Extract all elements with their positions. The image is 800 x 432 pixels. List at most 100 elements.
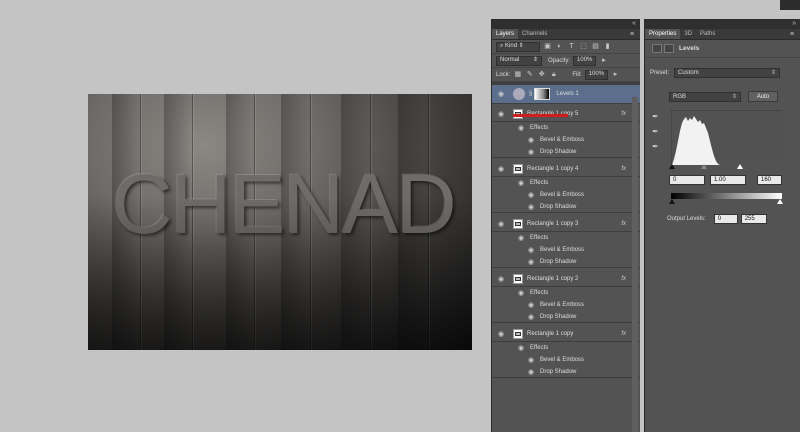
black-point-eyedropper-icon[interactable]: ✒ (652, 112, 661, 121)
opacity-stepper-icon[interactable]: ▸ (599, 56, 608, 65)
visibility-eye-icon[interactable]: ◉ (492, 246, 540, 254)
visibility-eye-icon[interactable]: ◉ (492, 110, 510, 118)
effect-row-shadow[interactable]: ◉ Drop Shadow (492, 201, 640, 213)
filter-type-icon[interactable]: T (567, 42, 576, 51)
visibility-eye-icon[interactable]: ◉ (492, 301, 540, 309)
fill-field[interactable]: 100% (584, 69, 609, 80)
link-chain-icon[interactable]: § (529, 91, 532, 97)
filter-smartobject-icon[interactable]: ▤ (591, 42, 600, 51)
visibility-eye-icon[interactable]: ◉ (492, 203, 540, 211)
channel-dropdown[interactable]: RGB ⇕ (669, 92, 741, 102)
effect-row-shadow[interactable]: ◉ Drop Shadow (492, 366, 640, 378)
panel-menu-icon[interactable]: ≡ (630, 29, 640, 39)
effect-row-shadow[interactable]: ◉ Drop Shadow (492, 256, 640, 268)
visibility-eye-icon[interactable]: ◉ (492, 220, 510, 228)
tab-channels[interactable]: Channels (518, 29, 551, 39)
input-gamma-slider[interactable] (701, 164, 707, 169)
opacity-field[interactable]: 100% (573, 55, 597, 66)
effect-name: Drop Shadow (540, 258, 577, 265)
tab-paths[interactable]: Paths (696, 29, 719, 39)
layer-filter-row: ⌕ Kind ⇕ ▣ ◐ T ⬚ ▤ ▮ (492, 40, 640, 54)
visibility-eye-icon[interactable]: ◉ (492, 330, 510, 338)
visibility-eye-icon[interactable]: ◉ (492, 356, 540, 364)
filter-toggle-icon[interactable]: ▮ (603, 42, 612, 51)
visibility-eye-icon[interactable]: ◉ (492, 289, 530, 297)
visibility-eye-icon[interactable]: ◉ (492, 313, 540, 321)
input-black-field[interactable]: 0 (669, 175, 705, 185)
shape-layer-thumbnail (513, 274, 523, 284)
panel-menu-icon[interactable]: ≡ (790, 29, 800, 39)
blend-mode-dropdown[interactable]: Normal ⇕ (496, 55, 542, 66)
effect-row-bevel[interactable]: ◉ Bevel & Emboss (492, 134, 640, 146)
output-black-slider[interactable] (669, 199, 675, 204)
document-canvas[interactable]: CHENAD (88, 94, 472, 350)
input-black-slider[interactable] (669, 164, 675, 169)
fx-icon[interactable]: fx (621, 331, 626, 337)
visibility-eye-icon[interactable]: ◉ (492, 275, 510, 283)
layer-mask-thumbnail[interactable] (534, 88, 551, 100)
effect-row-bevel[interactable]: ◉ Bevel & Emboss (492, 244, 640, 256)
output-black-field[interactable]: 0 (713, 214, 738, 224)
opacity-label: Opacity: (548, 57, 571, 64)
visibility-eye-icon[interactable]: ◉ (492, 124, 530, 132)
effect-row-bevel[interactable]: ◉ Bevel & Emboss (492, 189, 640, 201)
layer-row-rect-copy-2[interactable]: ◉ Rectangle 1 copy 2 fx (492, 272, 640, 287)
layer-row-rect-copy-4[interactable]: ◉ Rectangle 1 copy 4 fx (492, 162, 640, 177)
visibility-eye-icon[interactable]: ◉ (492, 165, 510, 173)
filter-adjustment-icon[interactable]: ◐ (555, 42, 564, 51)
lock-label: Lock: (496, 71, 511, 78)
gray-point-eyedropper-icon[interactable]: ✒ (652, 127, 661, 136)
filter-kind-dropdown[interactable]: ⌕ Kind ⇕ (496, 41, 540, 52)
fx-icon[interactable]: fx (621, 221, 626, 227)
tab-layers[interactable]: Layers (492, 29, 519, 39)
lock-image-icon[interactable]: ✎ (525, 70, 534, 79)
tab-properties[interactable]: Properties (645, 29, 681, 39)
dropdown-caret-icon: ⇕ (532, 57, 538, 63)
effect-row-shadow[interactable]: ◉ Drop Shadow (492, 146, 640, 158)
lock-transparent-icon[interactable]: ▦ (513, 70, 522, 79)
effects-row[interactable]: ◉ Effects (492, 122, 640, 134)
visibility-eye-icon[interactable]: ◉ (492, 258, 540, 266)
layer-row-rect-copy-3[interactable]: ◉ Rectangle 1 copy 3 fx (492, 217, 640, 232)
fx-icon[interactable]: fx (621, 276, 626, 282)
tab-3d[interactable]: 3D (680, 29, 696, 39)
effects-row[interactable]: ◉ Effects (492, 287, 640, 299)
effect-row-shadow[interactable]: ◉ Drop Shadow (492, 311, 640, 323)
collapse-panel-icon[interactable]: » (792, 19, 796, 29)
input-white-slider[interactable] (737, 164, 743, 169)
effects-row[interactable]: ◉ Effects (492, 177, 640, 189)
layer-row-levels-1[interactable]: ◉ § Levels 1 (492, 85, 640, 104)
layers-scrollbar[interactable] (632, 97, 638, 432)
fill-stepper-icon[interactable]: ▸ (611, 70, 620, 79)
fx-icon[interactable]: fx (621, 111, 626, 117)
filter-shape-icon[interactable]: ⬚ (579, 42, 588, 51)
output-white-slider[interactable] (777, 199, 783, 204)
visibility-eye-icon[interactable]: ◉ (492, 344, 530, 352)
layer-mask-icon[interactable] (664, 44, 674, 53)
collapse-panel-icon[interactable]: « (632, 19, 636, 29)
visibility-eye-icon[interactable]: ◉ (492, 368, 540, 376)
visibility-eye-icon[interactable]: ◉ (492, 191, 540, 199)
lock-position-icon[interactable]: ✥ (537, 70, 546, 79)
effect-row-bevel[interactable]: ◉ Bevel & Emboss (492, 299, 640, 311)
effects-row[interactable]: ◉ Effects (492, 342, 640, 354)
preset-dropdown[interactable]: Custom ⇕ (674, 68, 781, 78)
visibility-eye-icon[interactable]: ◉ (492, 90, 510, 98)
fx-icon[interactable]: fx (621, 166, 626, 172)
visibility-eye-icon[interactable]: ◉ (492, 179, 530, 187)
filter-pixel-icon[interactable]: ▣ (543, 42, 552, 51)
effect-row-bevel[interactable]: ◉ Bevel & Emboss (492, 354, 640, 366)
visibility-eye-icon[interactable]: ◉ (492, 234, 530, 242)
visibility-eye-icon[interactable]: ◉ (492, 148, 540, 156)
input-white-field[interactable]: 160 (757, 175, 782, 185)
properties-title-row: Levels (645, 40, 800, 58)
auto-button[interactable]: Auto (748, 91, 778, 102)
effects-row[interactable]: ◉ Effects (492, 232, 640, 244)
white-point-eyedropper-icon[interactable]: ✒ (652, 142, 661, 151)
lock-all-icon[interactable]: 🔒︎ (549, 70, 558, 79)
layer-row-rect-copy[interactable]: ◉ Rectangle 1 copy fx (492, 327, 640, 342)
input-gamma-field[interactable]: 1.00 (710, 175, 746, 185)
effects-label: Effects (530, 290, 549, 296)
visibility-eye-icon[interactable]: ◉ (492, 136, 540, 144)
output-white-field[interactable]: 255 (740, 214, 767, 224)
